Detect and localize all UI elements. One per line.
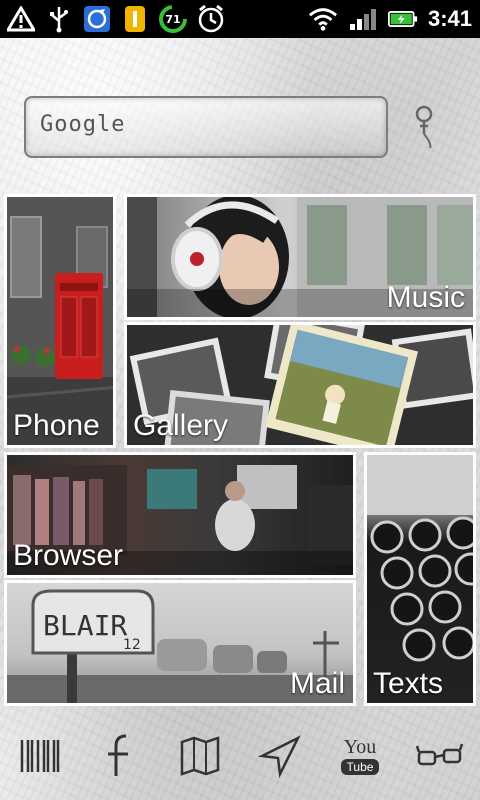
- mailbox-sign-text: BLAIR: [43, 609, 127, 642]
- facebook-icon[interactable]: [90, 726, 150, 786]
- warning-icon: [6, 4, 36, 34]
- dock-bar: You Tube: [0, 712, 480, 800]
- tile-gallery[interactable]: Gallery: [124, 322, 476, 448]
- battery-percent-text: 71: [165, 12, 181, 26]
- youtube-icon[interactable]: You Tube: [330, 726, 390, 786]
- tile-music[interactable]: Music: [124, 194, 476, 320]
- search-placeholder: Google: [40, 112, 126, 137]
- tile-mail[interactable]: BLAIR 12 Mail: [4, 580, 356, 706]
- signal-icon: [348, 4, 378, 34]
- maps-icon[interactable]: [170, 726, 230, 786]
- tile-browser[interactable]: Browser: [4, 452, 356, 578]
- tile-gallery-label: Gallery: [133, 409, 229, 442]
- tile-texts-label: Texts: [373, 667, 444, 700]
- tile-music-label: Music: [386, 281, 465, 314]
- app-notification-icon: [120, 4, 150, 34]
- voice-search-mic-icon[interactable]: [410, 104, 440, 150]
- battery-percent-icon: 71: [158, 4, 188, 34]
- usb-icon: [44, 4, 74, 34]
- texts-typewriter-photo: [367, 455, 473, 703]
- tile-browser-label: Browser: [13, 539, 124, 572]
- app-drawer-barcode-icon[interactable]: [10, 726, 70, 786]
- alarm-icon: [196, 4, 226, 34]
- sync-icon: [82, 4, 112, 34]
- mailbox-number-text: 12: [123, 637, 141, 653]
- youtube-tube-text: Tube: [340, 759, 380, 775]
- google-search-bar[interactable]: Google: [24, 96, 388, 158]
- tile-mail-label: Mail: [289, 667, 345, 700]
- glasses-icon[interactable]: [410, 726, 470, 786]
- status-time: 3:41: [427, 6, 472, 31]
- tile-phone-label: Phone: [13, 409, 100, 442]
- tile-phone[interactable]: Phone: [4, 194, 116, 448]
- status-bar: 71 3:41: [0, 0, 480, 38]
- navigation-arrow-icon[interactable]: [250, 726, 310, 786]
- battery-icon: [387, 4, 418, 34]
- wifi-icon: [308, 4, 338, 34]
- tile-texts[interactable]: Texts: [364, 452, 476, 706]
- youtube-you-text: You: [343, 736, 377, 758]
- phone-booth-photo: [7, 197, 113, 445]
